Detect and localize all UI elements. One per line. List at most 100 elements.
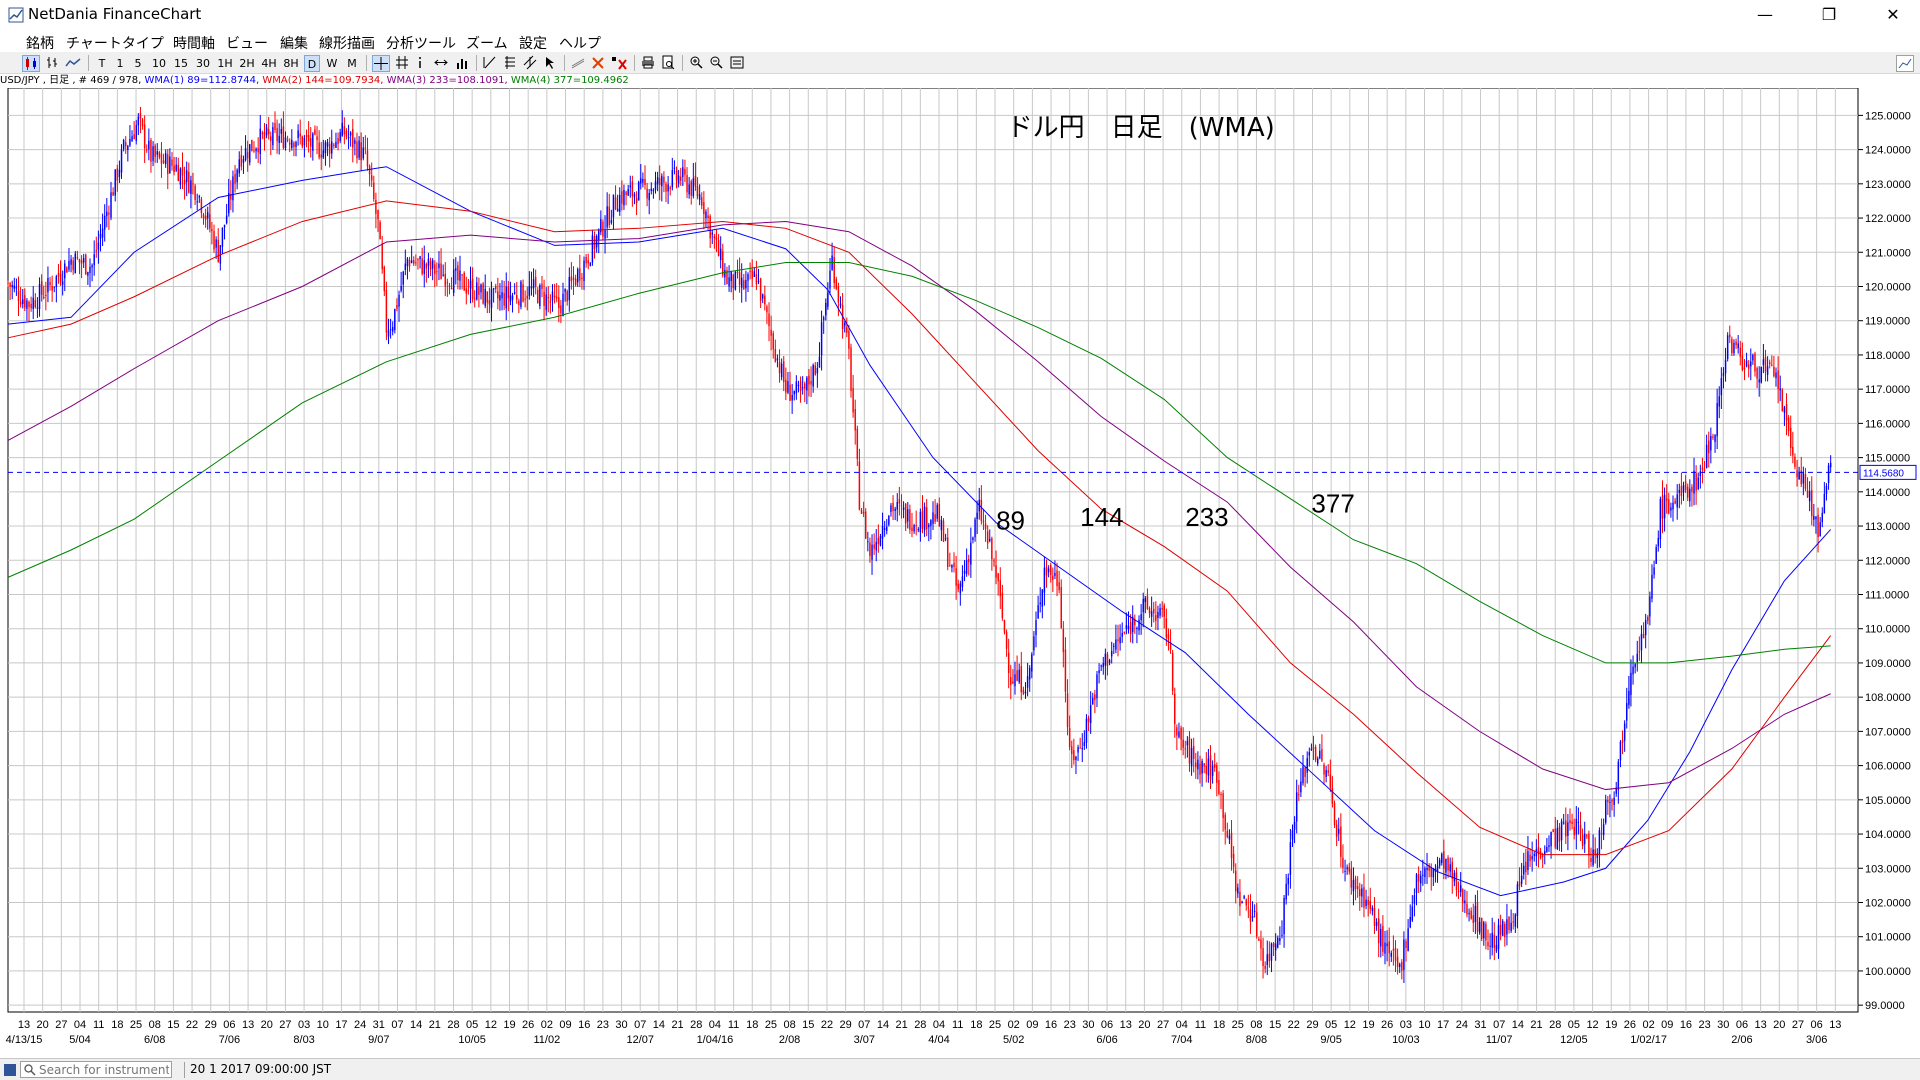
legend-wma144: WMA(2) 144=109.7934, — [262, 75, 384, 86]
restore-button[interactable]: ❐ — [1806, 0, 1852, 30]
candle-body — [1089, 705, 1092, 724]
x-tick-label: 05 — [466, 1019, 478, 1031]
zoom-fit-icon[interactable] — [728, 55, 746, 72]
print-preview-icon[interactable] — [660, 55, 676, 72]
x-month-label: 7/04 — [1171, 1034, 1192, 1046]
line-tool-icon[interactable] — [482, 55, 498, 72]
timeframe-monthly[interactable]: M — [344, 55, 360, 72]
info-icon[interactable] — [414, 55, 426, 72]
menu-help[interactable]: ヘルプ — [559, 33, 601, 53]
trendline-icon[interactable] — [570, 55, 586, 72]
candle-body — [698, 194, 701, 200]
line-chart-icon[interactable] — [64, 55, 82, 72]
y-tick-label: 111.0000 — [1865, 589, 1909, 601]
candle-body — [501, 292, 503, 299]
search-input[interactable] — [39, 1062, 169, 1077]
minimize-button[interactable]: — — [1742, 0, 1788, 30]
menu-settings[interactable]: 設定 — [519, 33, 547, 53]
candle-body — [339, 132, 341, 141]
timeframe-tick[interactable]: T — [96, 55, 108, 72]
arrows-icon[interactable] — [432, 55, 450, 72]
candle-body — [951, 564, 953, 568]
chart-settings-icon[interactable] — [1896, 55, 1914, 72]
timeframe-1m[interactable]: 1 — [114, 55, 126, 72]
menu-chart-type[interactable]: チャートタイプ — [66, 33, 164, 53]
bar-chart-icon[interactable] — [44, 55, 60, 72]
candle-chart-icon[interactable] — [22, 55, 40, 72]
menu-timeframe[interactable]: 時間軸 — [173, 33, 215, 53]
candle-body — [1192, 746, 1195, 760]
x-tick-label: 10 — [317, 1019, 329, 1031]
timeframe-4h[interactable]: 4H — [260, 55, 278, 72]
candle-body — [431, 260, 434, 269]
candle-body — [333, 144, 335, 147]
candle-body — [244, 148, 247, 161]
wma-period-label: 144 — [1080, 502, 1123, 532]
x-tick-label: 09 — [559, 1019, 571, 1031]
candle-body — [215, 239, 217, 248]
instrument-search[interactable] — [20, 1061, 172, 1078]
x-tick-label: 29 — [840, 1019, 852, 1031]
candle-body — [1228, 835, 1231, 840]
timeframe-5m[interactable]: 5 — [132, 55, 144, 72]
cursor-icon[interactable] — [542, 55, 558, 72]
x-tick-label: 29 — [205, 1019, 217, 1031]
candle-body — [938, 503, 941, 527]
candle-body — [829, 270, 831, 289]
fib-icon[interactable] — [502, 55, 518, 72]
timeframe-30m[interactable]: 30 — [194, 55, 212, 72]
timeframe-10m[interactable]: 10 — [150, 55, 168, 72]
candle-body — [444, 273, 447, 287]
x-tick-label: 30 — [1717, 1019, 1729, 1031]
menu-symbol[interactable]: 銘柄 — [26, 33, 54, 53]
timeframe-daily[interactable]: D — [304, 55, 320, 72]
candle-body — [1527, 851, 1529, 870]
candle-body — [780, 363, 783, 378]
candle-body — [1739, 347, 1742, 357]
menu-view[interactable]: ビュー — [226, 33, 268, 53]
candle-body — [1722, 373, 1725, 377]
zoom-out-icon[interactable] — [708, 55, 724, 72]
candle-body — [1523, 865, 1525, 875]
candle-body — [928, 524, 930, 528]
price-chart[interactable]: 125.0000 124.0000 123.0000 122.0000 121.0000… — [0, 88, 1920, 1050]
grid-icon[interactable] — [394, 55, 410, 72]
candle-body — [1680, 486, 1683, 497]
crosshair-icon[interactable] — [372, 55, 390, 72]
x-tick-label: 27 — [1792, 1019, 1804, 1031]
x-tick-label: 23 — [597, 1019, 609, 1031]
volume-icon[interactable] — [454, 55, 470, 72]
candle-body — [911, 527, 913, 532]
chart-area[interactable]: 125.0000 124.0000 123.0000 122.0000 121.0000… — [0, 88, 1920, 1050]
timeframe-8h[interactable]: 8H — [282, 55, 300, 72]
menu-edit[interactable]: 編集 — [280, 33, 308, 53]
candle-body — [249, 144, 251, 163]
candle-body — [1024, 691, 1027, 694]
clear-icon[interactable] — [610, 55, 628, 72]
close-button[interactable]: ✕ — [1870, 0, 1916, 30]
candle-body — [1386, 943, 1388, 947]
timeframe-1h[interactable]: 1H — [216, 55, 234, 72]
menu-drawing[interactable]: 線形描画 — [319, 33, 375, 53]
x-tick-label: 30 — [615, 1019, 627, 1031]
delete-icon[interactable] — [590, 55, 606, 72]
print-icon[interactable] — [640, 55, 656, 72]
candle-body — [1703, 469, 1706, 471]
timeframe-weekly[interactable]: W — [324, 55, 340, 72]
timeframe-2h[interactable]: 2H — [238, 55, 256, 72]
menu-zoom[interactable]: ズーム — [466, 33, 508, 53]
timeframe-15m[interactable]: 15 — [172, 55, 190, 72]
candle-body — [93, 254, 95, 266]
candle-body — [997, 573, 999, 581]
candle-body — [1178, 731, 1180, 738]
zoom-in-icon[interactable] — [688, 55, 704, 72]
candle-body — [604, 229, 606, 239]
x-tick-label: 02 — [541, 1019, 553, 1031]
candle-body — [484, 288, 486, 306]
menu-analysis[interactable]: 分析ツール — [386, 33, 456, 53]
x-tick-label: 18 — [746, 1019, 758, 1031]
parallel-icon[interactable] — [522, 55, 538, 72]
y-tick-label: 103.0000 — [1865, 863, 1911, 875]
candle-body — [1525, 861, 1527, 873]
candle-body — [633, 193, 636, 198]
